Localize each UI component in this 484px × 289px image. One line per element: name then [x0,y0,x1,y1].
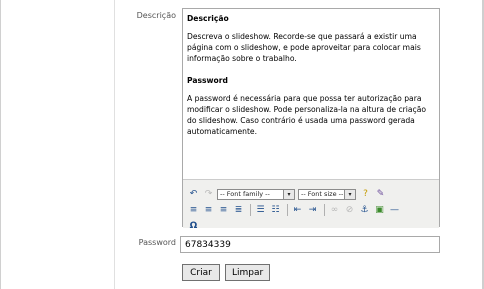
font-family-value: -- Font family -- [220,190,270,198]
editor-paragraph-description: Descreva o slideshow. Recorde-se que pas… [187,32,421,63]
unlink-icon[interactable]: ⊘ [343,204,356,217]
special-char-icon[interactable]: Ω [187,220,200,233]
toolbar-row-3: Ω [187,218,202,234]
align-right-icon[interactable]: ≡ [217,204,230,217]
horizontal-rule-icon[interactable]: — [388,204,401,217]
rich-text-editor[interactable]: Descrição Descreva o slideshow. Recorde-… [182,8,440,231]
align-left-icon[interactable]: ≡ [187,204,200,217]
create-button[interactable]: Criar [182,264,220,281]
toolbar-row-1: ↶ ↷ -- Font family -- ▾ -- Font size -- … [187,186,389,202]
editor-heading-description: Descrição [187,14,229,23]
indent-icon[interactable]: ⇥ [306,204,319,217]
left-border [0,0,1,289]
editor-heading-password: Password [187,76,228,85]
align-center-icon[interactable]: ≡ [202,204,215,217]
outdent-icon[interactable]: ⇤ [291,204,304,217]
image-icon[interactable]: ▣ [373,204,386,217]
clear-button[interactable]: Limpar [225,264,270,281]
toolbar-separator [287,204,288,216]
numbered-list-icon[interactable]: ☷ [269,204,282,217]
anchor-icon[interactable]: ⚓ [358,204,371,217]
editor-content[interactable]: Descrição Descreva o slideshow. Recorde-… [187,13,437,179]
chevron-down-icon: ▾ [283,189,294,199]
help-icon[interactable]: ? [359,188,372,201]
password-field[interactable] [180,236,440,253]
editor-paragraph-password: A password é necessária para que possa t… [187,94,426,136]
toolbar-separator [324,204,325,216]
description-label: Descrição [136,11,176,20]
cleanup-icon[interactable]: ✎ [374,188,387,201]
chevron-down-icon: ▾ [344,189,355,199]
toolbar-separator [250,204,251,216]
justify-icon[interactable]: ≣ [232,204,245,217]
redo-icon[interactable]: ↷ [202,188,215,201]
password-label: Password [138,238,176,247]
font-size-select[interactable]: -- Font size -- ▾ [298,188,356,200]
toolbar-row-2: ≡ ≡ ≡ ≣ ☰ ☷ ⇤ ⇥ ∞ ⊘ ⚓ ▣ — [187,202,403,218]
undo-icon[interactable]: ↶ [187,188,200,201]
bullet-list-icon[interactable]: ☰ [254,204,267,217]
link-icon[interactable]: ∞ [328,204,341,217]
editor-toolbar: ↶ ↷ -- Font family -- ▾ -- Font size -- … [183,179,439,231]
font-family-select[interactable]: -- Font family -- ▾ [217,188,295,200]
font-size-value: -- Font size -- [301,190,344,198]
column-divider [114,0,115,289]
